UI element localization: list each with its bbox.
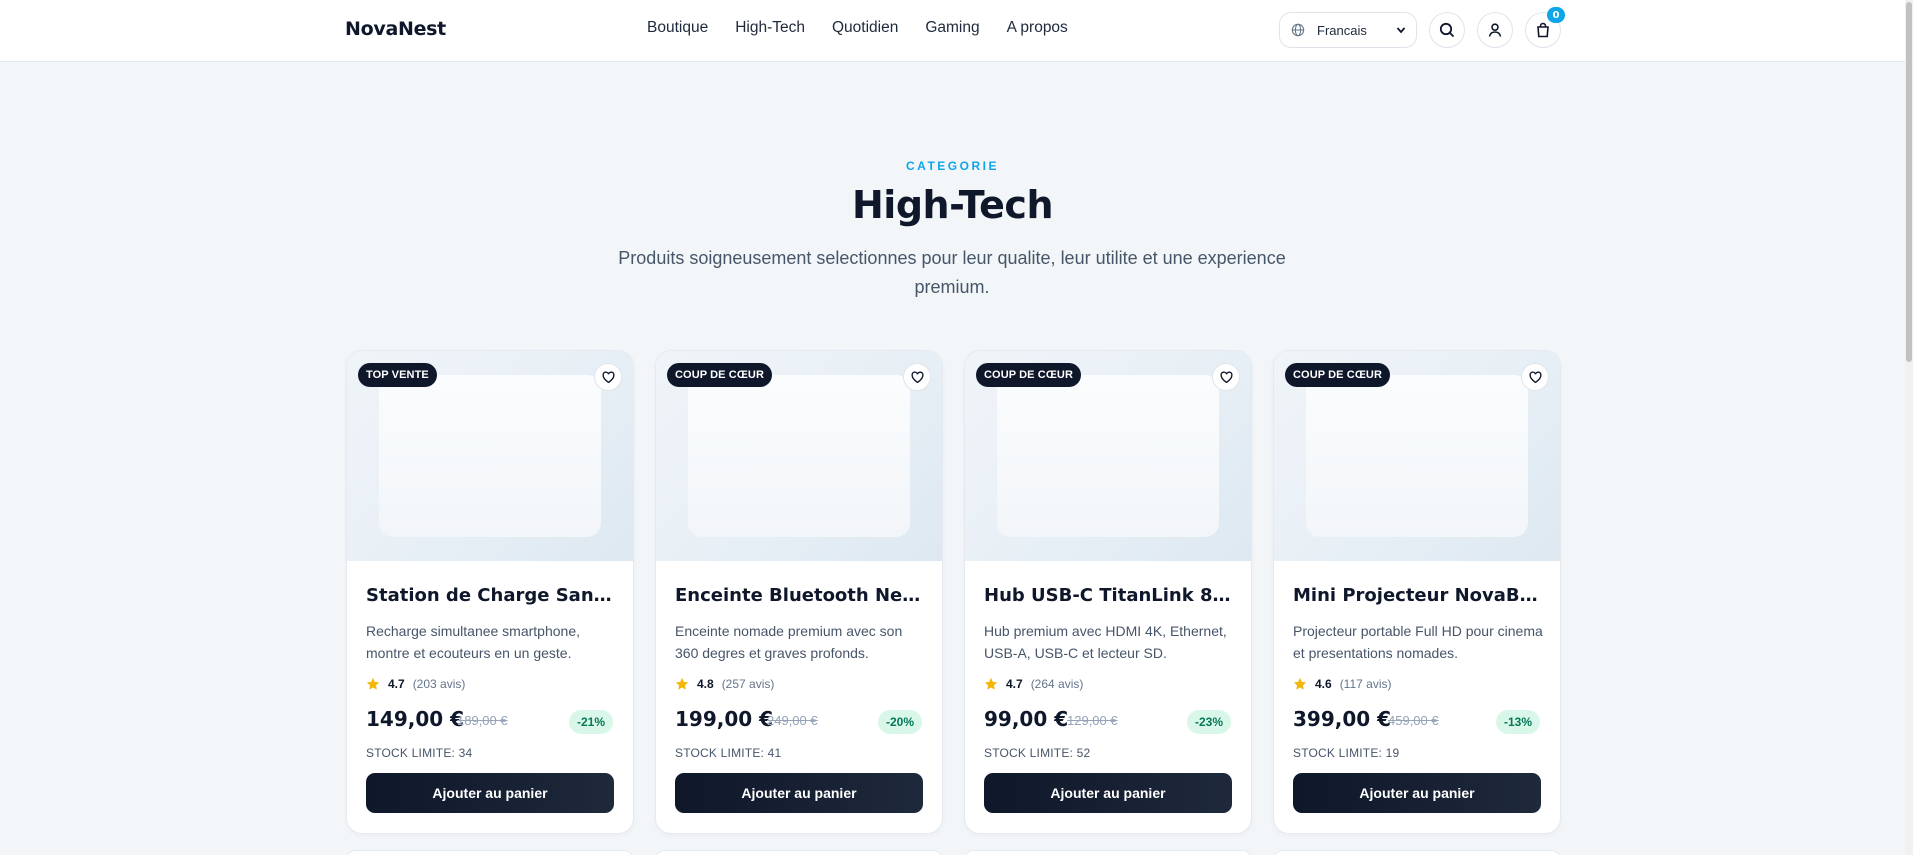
product-name[interactable]: Station de Charge Sans Fil...: [366, 585, 616, 606]
cart-count-badge: 0: [1547, 7, 1565, 23]
category-eyebrow: CATEGORIE: [906, 159, 999, 173]
product-image-placeholder: [688, 375, 910, 537]
discount-badge: -23%: [1186, 710, 1231, 734]
product-name[interactable]: Enceinte Bluetooth Nebula...: [675, 585, 925, 606]
nav-item-boutique[interactable]: Boutique: [647, 19, 708, 37]
product-name[interactable]: Mini Projecteur NovaBeam...: [1293, 585, 1543, 606]
discount-badge: -20%: [877, 710, 922, 734]
product-description: Hub premium avec HDMI 4K, Ethernet, USB-…: [984, 623, 1227, 661]
product-tag: COUP DE CŒUR: [667, 363, 773, 387]
search-button[interactable]: [1429, 12, 1465, 48]
add-to-cart-button[interactable]: Ajouter au panier: [366, 773, 614, 813]
heart-icon: [1220, 370, 1232, 383]
stock-status: STOCK LIMITE: 52: [984, 746, 1091, 760]
search-icon: [1439, 22, 1455, 38]
product-old-price: 249,00 €: [767, 713, 818, 728]
page-title: High-Tech: [852, 183, 1054, 227]
product-card[interactable]: COUP DE CŒUR Enceinte Bluetooth Nebula..…: [655, 350, 943, 834]
product-description: Recharge simultanee smartphone, montre e…: [366, 623, 581, 661]
language-select[interactable]: Francais: [1279, 12, 1417, 48]
rating-value: 4.7: [1006, 677, 1023, 691]
chevron-down-icon: [1396, 27, 1406, 34]
site-header: NovaNest Boutique High-Tech Quotidien Ga…: [0, 0, 1905, 62]
stock-status: STOCK LIMITE: 34: [366, 746, 473, 760]
product-old-price: 129,00 €: [1067, 713, 1118, 728]
shopping-bag-icon: [1537, 22, 1549, 38]
discount-badge: -21%: [568, 710, 613, 734]
cart-button[interactable]: 0: [1525, 7, 1565, 48]
page-subtitle: Produits soigneusement selectionnes pour…: [618, 248, 1286, 297]
nav-item-a-propos[interactable]: A propos: [1007, 19, 1068, 37]
review-count: (264 avis): [1030, 677, 1084, 691]
product-image-placeholder: [997, 375, 1219, 537]
rating-value: 4.8: [697, 677, 714, 691]
heart-icon: [1529, 370, 1541, 383]
product-price: 199,00 €: [675, 707, 774, 731]
product-old-price: 189,00 €: [457, 713, 508, 728]
nav-item-high-tech[interactable]: High-Tech: [735, 19, 805, 37]
nav-item-quotidien[interactable]: Quotidien: [832, 19, 898, 37]
user-icon: [1488, 23, 1502, 37]
favorite-button[interactable]: [594, 363, 622, 391]
add-to-cart-button[interactable]: Ajouter au panier: [1293, 773, 1541, 813]
language-label: Francais: [1317, 22, 1367, 38]
scrollbar-thumb[interactable]: [1906, 2, 1912, 362]
product-price: 149,00 €: [366, 707, 465, 731]
star-icon: [675, 677, 689, 690]
heart-icon: [911, 370, 923, 383]
product-rating: 4.7 (264 avis): [984, 677, 1083, 691]
rating-value: 4.7: [388, 677, 405, 691]
account-button[interactable]: [1477, 12, 1513, 48]
star-icon: [1293, 677, 1307, 690]
product-price: 99,00 €: [984, 707, 1069, 731]
product-card[interactable]: TOP VENTE Station de Charge Sans Fil... …: [346, 350, 634, 834]
product-name[interactable]: Hub USB-C TitanLink 8-en-1: [984, 585, 1234, 606]
product-price: 399,00 €: [1293, 707, 1392, 731]
review-count: (257 avis): [721, 677, 775, 691]
review-count: (117 avis): [1339, 677, 1392, 691]
product-description: Enceinte nomade premium avec son 360 deg…: [675, 623, 903, 661]
favorite-button[interactable]: [1212, 363, 1240, 391]
product-description: Projecteur portable Full HD pour cinema …: [1293, 623, 1543, 661]
globe-icon: [1291, 23, 1305, 37]
next-product-card: [346, 850, 634, 855]
product-old-price: 459,00 €: [1388, 713, 1439, 728]
star-icon: [366, 677, 380, 690]
next-product-card: [655, 850, 943, 855]
product-rating: 4.6 (117 avis): [1293, 677, 1391, 691]
stock-status: STOCK LIMITE: 19: [1293, 746, 1400, 760]
page-scrollbar[interactable]: [1905, 0, 1913, 855]
product-card[interactable]: COUP DE CŒUR Hub USB-C TitanLink 8-en-1 …: [964, 350, 1252, 834]
heart-icon: [602, 370, 614, 383]
product-rating: 4.8 (257 avis): [675, 677, 774, 691]
add-to-cart-button[interactable]: Ajouter au panier: [984, 773, 1232, 813]
product-image-placeholder: [1306, 375, 1528, 537]
product-tag: TOP VENTE: [358, 363, 437, 387]
product-card[interactable]: COUP DE CŒUR Mini Projecteur NovaBeam...…: [1273, 350, 1561, 834]
next-product-card: [1273, 850, 1561, 855]
star-icon: [984, 677, 998, 690]
stock-status: STOCK LIMITE: 41: [675, 746, 782, 760]
nav-item-gaming[interactable]: Gaming: [925, 19, 979, 37]
product-tag: COUP DE CŒUR: [976, 363, 1082, 387]
product-image-placeholder: [379, 375, 601, 537]
favorite-button[interactable]: [903, 363, 931, 391]
favorite-button[interactable]: [1521, 363, 1549, 391]
review-count: (203 avis): [412, 677, 466, 691]
rating-value: 4.6: [1315, 677, 1332, 691]
logo[interactable]: NovaNest: [345, 18, 446, 40]
discount-badge: -13%: [1495, 710, 1540, 734]
product-rating: 4.7 (203 avis): [366, 677, 465, 691]
main-nav: Boutique High-Tech Quotidien Gaming A pr…: [647, 19, 1095, 37]
product-tag: COUP DE CŒUR: [1285, 363, 1391, 387]
next-product-card: [964, 850, 1252, 855]
add-to-cart-button[interactable]: Ajouter au panier: [675, 773, 923, 813]
